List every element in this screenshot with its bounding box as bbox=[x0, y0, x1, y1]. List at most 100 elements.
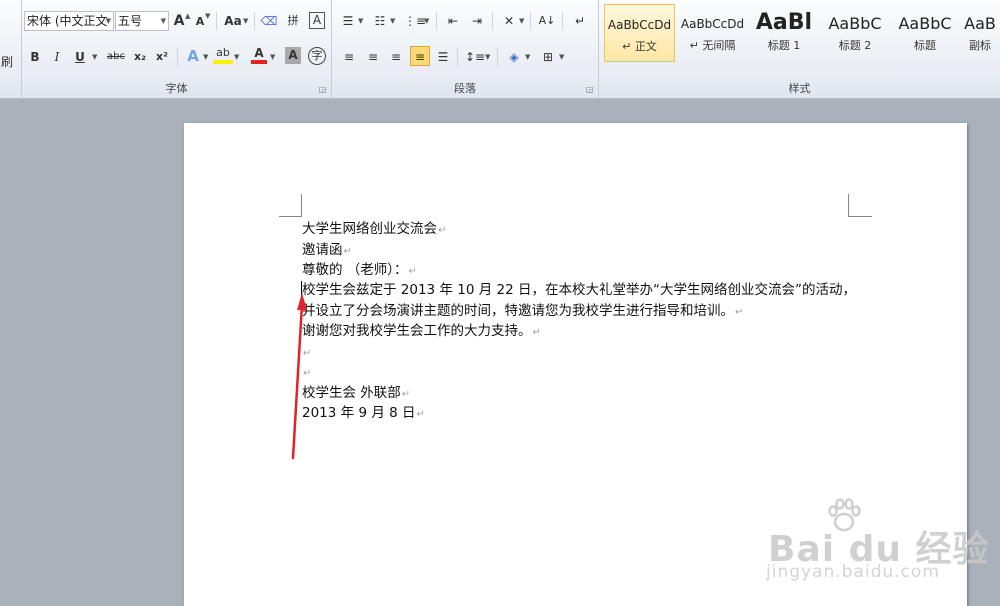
crop-mark bbox=[848, 194, 849, 217]
doc-text: 校学生会兹定于 2013 年 10 月 22 日，在本校大礼堂举办“大学生网络创… bbox=[302, 282, 856, 298]
numbering-dropdown-icon: ▼ bbox=[390, 17, 396, 25]
text-cursor bbox=[301, 281, 302, 297]
char-border-icon[interactable]: A bbox=[309, 12, 325, 29]
dialog-launcher-icon[interactable]: ◲ bbox=[318, 85, 327, 94]
show-marks-icon[interactable]: ↵ bbox=[572, 11, 588, 31]
justify-icon[interactable]: ≡ bbox=[410, 46, 430, 66]
doc-line[interactable]: 校学生会兹定于 2013 年 10 月 22 日，在本校大礼堂举办“大学生网络创… bbox=[302, 280, 856, 300]
paragraph-mark-icon: ↵ bbox=[303, 348, 312, 359]
font-size-select[interactable]: 五号 ▼ bbox=[115, 11, 169, 31]
chinese-layout-icon[interactable]: ✕ bbox=[500, 11, 518, 31]
paragraph-mark-icon: ↵ bbox=[438, 225, 447, 236]
pinyin-guide-icon[interactable]: 拼 bbox=[284, 11, 302, 31]
decrease-indent-icon[interactable]: ⇤ bbox=[444, 11, 462, 31]
align-center-icon[interactable]: ≡ bbox=[364, 47, 382, 67]
change-case-icon[interactable]: Aa bbox=[223, 11, 243, 31]
style-heading-2[interactable]: AaBbC 标题 2 bbox=[820, 4, 890, 62]
increase-indent-icon[interactable]: ⇥ bbox=[468, 11, 486, 31]
italic-button[interactable]: I bbox=[49, 47, 65, 67]
ribbon: 刷 宋体 (中文正文 ▼ 五号 ▼ A ▲ A ▼ Aa ▼ ⌫ 拼 A B I U… bbox=[0, 0, 1000, 99]
multilevel-list-icon[interactable]: ⋮≡ bbox=[404, 11, 426, 31]
style-normal[interactable]: AaBbCcDd ↵ 正文 bbox=[604, 4, 675, 62]
font-group-label: 字体 bbox=[165, 82, 188, 95]
grow-font-icon[interactable]: A bbox=[172, 11, 186, 31]
separator bbox=[216, 12, 217, 30]
chinese-layout-dropdown-icon: ▼ bbox=[519, 17, 525, 25]
doc-text: 并设立了分会场演讲主题的时间，特邀请您为我校学生进行指导和培训。 bbox=[302, 303, 734, 319]
watermark-url: jingyan.baidu.com bbox=[766, 562, 940, 582]
doc-text: 谢谢您对我校学生会工作的大力支持。 bbox=[302, 323, 532, 339]
align-left-icon[interactable]: ≡ bbox=[340, 47, 358, 67]
doc-line[interactable]: ↵ bbox=[302, 342, 311, 362]
shading-dropdown-icon: ▼ bbox=[525, 53, 531, 61]
doc-text: 2013 年 9 月 8 日 bbox=[302, 405, 416, 421]
styles-group-label: 样式 bbox=[788, 82, 811, 95]
style-name: 标题 1 bbox=[767, 39, 801, 52]
dialog-launcher-icon[interactable]: ◲ bbox=[585, 85, 594, 94]
highlight-icon[interactable]: ab bbox=[213, 46, 233, 64]
style-preview: AaB bbox=[964, 14, 996, 33]
format-painter-label[interactable]: 刷 bbox=[0, 52, 14, 72]
doc-line[interactable]: ↵ bbox=[302, 362, 311, 382]
shrink-font-arrow-icon: ▼ bbox=[205, 12, 211, 20]
doc-text: 邀请函 bbox=[302, 242, 343, 258]
paragraph-mark-icon: ↵ bbox=[303, 368, 312, 379]
doc-text: 大学生网络创业交流会 bbox=[302, 221, 437, 237]
shading-icon[interactable]: ◈ bbox=[505, 47, 523, 67]
text-effect-icon[interactable]: A bbox=[184, 46, 202, 66]
doc-line[interactable]: 2013 年 9 月 8 日↵ bbox=[302, 403, 425, 423]
doc-line[interactable]: 大学生网络创业交流会↵ bbox=[302, 219, 446, 239]
doc-text: 校学生会 外联部 bbox=[302, 385, 401, 401]
doc-line[interactable]: 校学生会 外联部↵ bbox=[302, 383, 410, 403]
doc-line[interactable]: 尊敬的 （老师）：↵ bbox=[302, 260, 417, 280]
style-name: ↵ 正文 bbox=[622, 40, 657, 53]
paragraph-group-label: 段落 bbox=[454, 82, 476, 95]
separator bbox=[530, 12, 531, 30]
distributed-icon[interactable]: ☰ bbox=[434, 47, 452, 67]
doc-line[interactable]: 谢谢您对我校学生会工作的大力支持。↵ bbox=[302, 321, 541, 341]
line-spacing-icon[interactable]: ↕≡ bbox=[465, 47, 485, 67]
doc-line[interactable]: 并设立了分会场演讲主题的时间，特邀请您为我校学生进行指导和培训。↵ bbox=[302, 301, 743, 321]
paragraph-group: ☰ ▼ ☷ ▼ ⋮≡ ▼ ⇤ ⇥ ✕ ▼ A↓ ↵ ≡ ≡ ≡ ≡ ☰ ↕≡ ▼… bbox=[332, 0, 599, 99]
borders-dropdown-icon: ▼ bbox=[559, 53, 565, 61]
style-preview: AaBbCcDd bbox=[607, 18, 672, 32]
font-size-value: 五号 bbox=[118, 14, 143, 28]
style-name: 副标 bbox=[969, 39, 991, 52]
doc-line[interactable]: 邀请函↵ bbox=[302, 240, 352, 260]
grow-font-arrow-icon: ▲ bbox=[185, 12, 191, 20]
style-title[interactable]: AaBbC 标题 bbox=[892, 4, 958, 62]
style-name: 标题 2 bbox=[838, 39, 872, 52]
font-color-icon[interactable]: A bbox=[251, 46, 267, 64]
borders-icon[interactable]: ⊞ bbox=[539, 47, 557, 67]
strikethrough-button[interactable]: abc bbox=[105, 47, 127, 67]
subscript-button[interactable]: x₂ bbox=[131, 47, 149, 67]
style-heading-1[interactable]: AaBl 标题 1 bbox=[750, 4, 818, 62]
font-color-dropdown-icon: ▼ bbox=[270, 53, 276, 61]
separator bbox=[562, 12, 563, 30]
bold-button[interactable]: B bbox=[26, 47, 44, 67]
separator bbox=[497, 48, 498, 66]
style-no-spacing[interactable]: AaBbCcDd ↵ 无间隔 bbox=[677, 4, 748, 62]
crop-mark bbox=[848, 216, 872, 217]
align-right-icon[interactable]: ≡ bbox=[387, 47, 405, 67]
chevron-down-icon: ▼ bbox=[160, 17, 166, 25]
style-subtitle[interactable]: AaB 副标 bbox=[960, 4, 1000, 62]
separator bbox=[492, 12, 493, 30]
text-effect-dropdown-icon: ▼ bbox=[203, 53, 209, 61]
baidu-watermark: Bai du 经验 jingyan.baidu.com bbox=[760, 492, 1000, 602]
style-preview: AaBbCcDd bbox=[680, 17, 745, 31]
underline-button[interactable]: U bbox=[72, 47, 88, 67]
char-shading-icon[interactable]: A bbox=[285, 47, 301, 64]
style-name: ↵ 无间隔 bbox=[689, 39, 736, 52]
superscript-button[interactable]: x² bbox=[153, 47, 171, 67]
bullets-icon[interactable]: ☰ bbox=[340, 11, 356, 31]
crop-mark bbox=[301, 194, 302, 217]
font-name-select[interactable]: 宋体 (中文正文 ▼ bbox=[24, 11, 114, 31]
clear-format-icon[interactable]: ⌫ bbox=[260, 11, 278, 31]
clipboard-group: 刷 bbox=[0, 0, 22, 99]
change-case-dropdown-icon: ▼ bbox=[243, 17, 249, 25]
sort-icon[interactable]: A↓ bbox=[538, 11, 556, 31]
enclose-char-icon[interactable]: 字 bbox=[308, 47, 326, 65]
numbering-icon[interactable]: ☷ bbox=[372, 11, 388, 31]
crop-mark bbox=[279, 216, 302, 217]
